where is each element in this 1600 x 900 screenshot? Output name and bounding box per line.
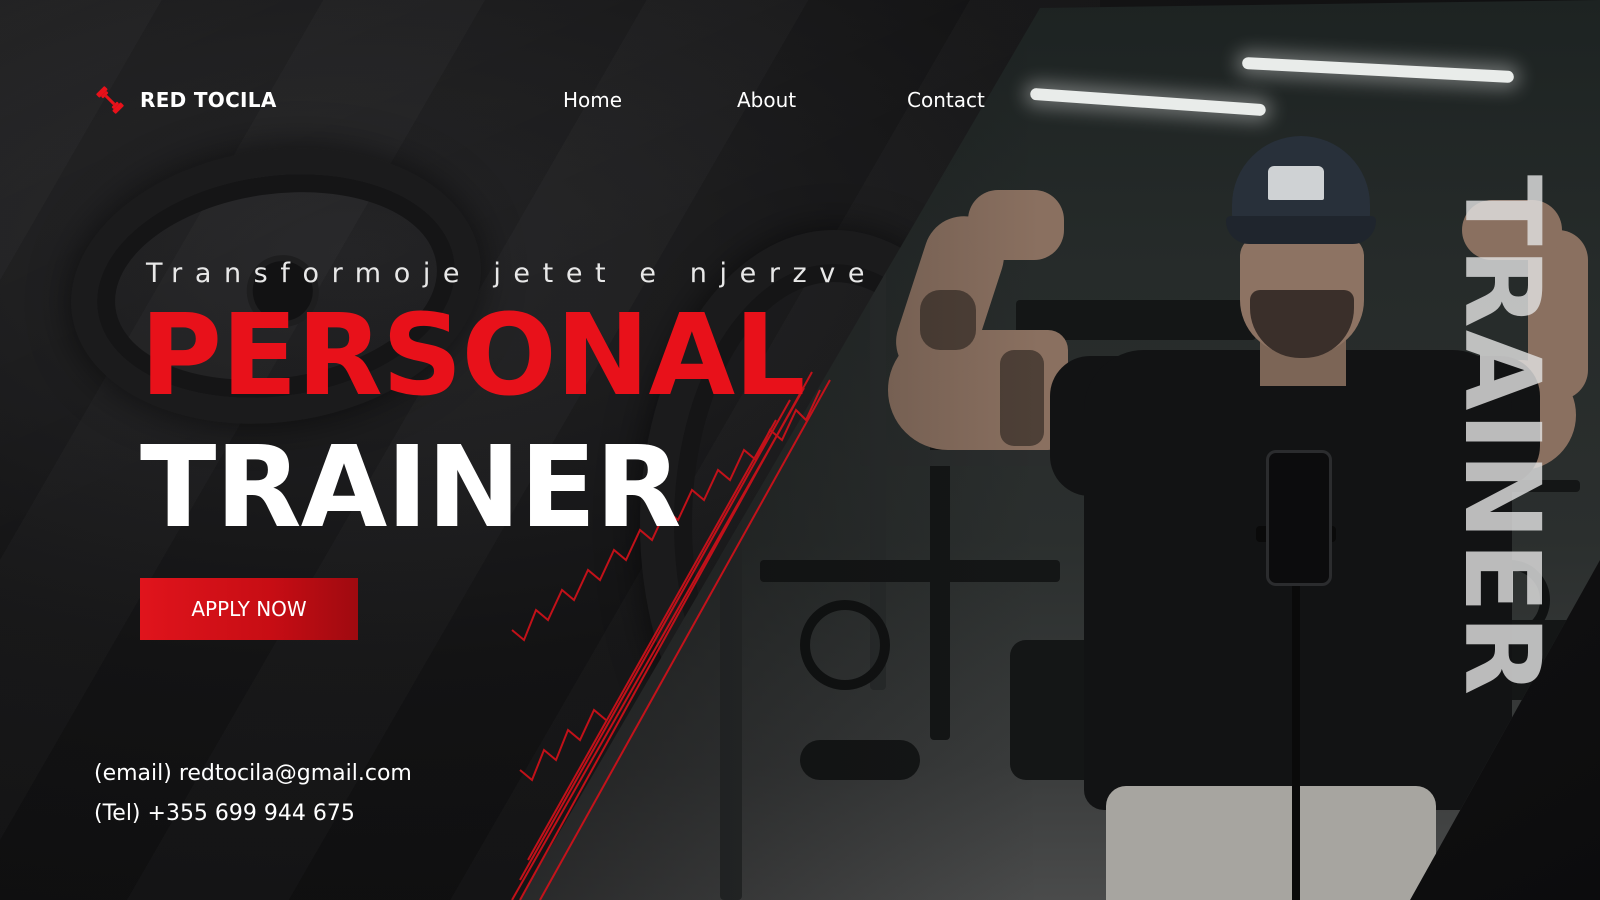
phone-on-tripod bbox=[1266, 450, 1332, 586]
nav-about[interactable]: About bbox=[737, 88, 796, 112]
contact-phone[interactable]: (Tel) +355 699 944 675 bbox=[94, 794, 412, 834]
landing-page: TRAINER RED TOCILA Home About Contact Tr… bbox=[0, 0, 1600, 900]
apply-now-button[interactable]: APPLY NOW bbox=[140, 578, 358, 640]
vertical-trainer-text: TRAINER bbox=[1441, 174, 1563, 698]
contact-email[interactable]: (email) redtocila@gmail.com bbox=[94, 754, 412, 794]
hero-headline-trainer: TRAINER bbox=[140, 423, 681, 553]
hero-tagline: Transformoje jetet e njerzve bbox=[146, 258, 878, 289]
nav-home[interactable]: Home bbox=[563, 88, 622, 112]
contact-info: (email) redtocila@gmail.com (Tel) +355 6… bbox=[94, 754, 412, 834]
main-nav: Home About Contact bbox=[0, 88, 1600, 118]
hero-headline-personal: PERSONAL bbox=[140, 291, 805, 421]
nav-contact[interactable]: Contact bbox=[907, 88, 985, 112]
